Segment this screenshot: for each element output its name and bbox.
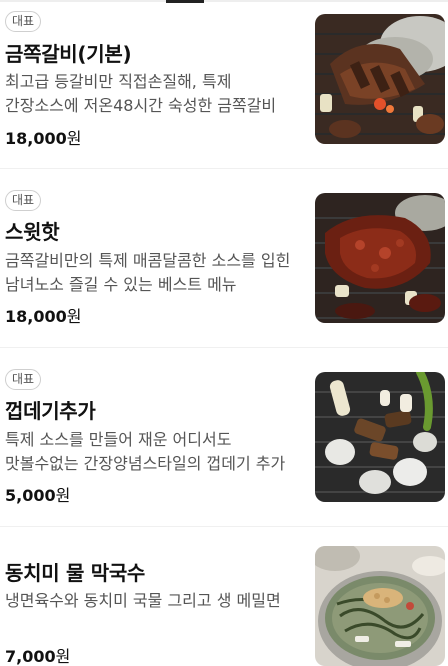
menu-item-name: 스윗핫 xyxy=(5,220,60,244)
grilled-ribs-photo xyxy=(315,14,445,144)
price-value: 18,000 xyxy=(5,129,67,148)
buckwheat-noodle-photo xyxy=(315,546,445,666)
signature-badge: 대표 xyxy=(5,190,42,211)
pork-skin-grill-photo xyxy=(315,372,445,502)
signature-badge: 대표 xyxy=(5,11,42,32)
menu-item-dongchimi-makguksu[interactable]: 동치미 물 막국수 냉면육수와 동치미 국물 그리고 생 메밀면 7,000원 xyxy=(0,527,448,666)
price-currency: 원 xyxy=(55,647,71,666)
price-currency: 원 xyxy=(55,486,71,505)
price-value: 7,000 xyxy=(5,647,56,666)
menu-item-name: 동치미 물 막국수 xyxy=(5,561,146,585)
menu-item-description: 금쪽갈비만의 특제 매콤달콤한 소스를 입힌 남녀노소 즐길 수 있는 베스트 … xyxy=(5,251,291,294)
menu-item-price: 7,000원 xyxy=(5,643,70,666)
menu-item-price: 5,000원 xyxy=(5,482,70,506)
menu-item-name: 금쪽갈비(기본) xyxy=(5,42,132,66)
menu-item-description: 냉면육수와 동치미 국물 그리고 생 메밀면 xyxy=(5,591,281,610)
menu-item-description: 최고급 등갈비만 직접손질해, 특제 간장소스에 저온48시간 숙성한 금쪽갈비 xyxy=(5,72,277,115)
price-currency: 원 xyxy=(66,129,82,148)
menu-item-geumjjok-galbi[interactable]: 대표 금쪽갈비(기본) 최고급 등갈비만 직접손질해, 특제 간장소스에 저온4… xyxy=(0,0,448,168)
menu-item-description: 특제 소스를 만들어 재운 어디서도 맛볼수없는 간장양념스타일의 껍데기 추가 xyxy=(5,430,286,473)
menu-item-price: 18,000원 xyxy=(5,303,81,327)
menu-list-page: 대표 금쪽갈비(기본) 최고급 등갈비만 직접손질해, 특제 간장소스에 저온4… xyxy=(0,0,448,666)
signature-badge: 대표 xyxy=(5,369,42,390)
spicy-ribs-photo xyxy=(315,193,445,323)
menu-item-name: 껍데기추가 xyxy=(5,399,96,423)
price-value: 18,000 xyxy=(5,307,67,326)
menu-item-pork-skin-add[interactable]: 대표 껍데기추가 특제 소스를 만들어 재운 어디서도 맛볼수없는 간장양념스타… xyxy=(0,348,448,526)
price-currency: 원 xyxy=(66,307,82,326)
price-value: 5,000 xyxy=(5,486,56,505)
menu-item-price: 18,000원 xyxy=(5,125,81,149)
menu-item-sweet-hot[interactable]: 대표 스윗핫 금쪽갈비만의 특제 매콤달콤한 소스를 입힌 남녀노소 즐길 수 … xyxy=(0,169,448,347)
